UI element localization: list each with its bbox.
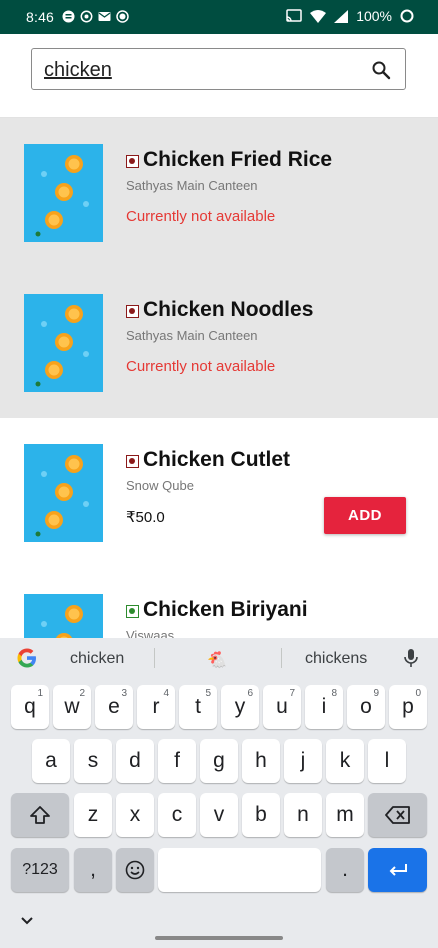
key-a[interactable]: a bbox=[32, 739, 70, 783]
whatsapp-icon bbox=[80, 10, 93, 23]
item-shop: Snow Qube bbox=[126, 478, 194, 493]
comma-key[interactable]: , bbox=[74, 848, 112, 892]
key-c[interactable]: c bbox=[158, 793, 196, 837]
suggestion-divider bbox=[154, 648, 155, 668]
status-right: 100% bbox=[286, 8, 414, 24]
home-indicator[interactable] bbox=[155, 936, 283, 940]
key-n[interactable]: n bbox=[284, 793, 322, 837]
period-key[interactable]: . bbox=[326, 848, 364, 892]
orange-slices-image bbox=[24, 444, 103, 542]
key-j[interactable]: j bbox=[284, 739, 322, 783]
key-i[interactable]: i8 bbox=[305, 685, 343, 729]
shift-icon bbox=[30, 806, 50, 824]
suggestion-1[interactable]: chicken bbox=[70, 650, 124, 668]
key-t[interactable]: t5 bbox=[179, 685, 217, 729]
availability-status: Currently not available bbox=[126, 208, 276, 225]
item-name: Chicken Biriyani bbox=[143, 598, 308, 621]
emoji-key[interactable] bbox=[116, 848, 154, 892]
notification-icons bbox=[62, 10, 129, 23]
item-shop: Sathyas Main Canteen bbox=[126, 178, 258, 193]
mic-icon[interactable] bbox=[402, 648, 420, 668]
orange-slices-image bbox=[24, 294, 103, 392]
signal-icon bbox=[334, 9, 349, 23]
space-key[interactable] bbox=[158, 848, 321, 892]
screen: 8:46 100% chicken Chicken Fried Rice Sat… bbox=[0, 0, 438, 948]
keyboard: chicken 🐔 chickens q1 w2 e3 r4 t5 y6 u7 … bbox=[0, 638, 438, 948]
key-x[interactable]: x bbox=[116, 793, 154, 837]
key-d[interactable]: d bbox=[116, 739, 154, 783]
food-image bbox=[24, 444, 103, 542]
food-image bbox=[24, 294, 103, 392]
key-y[interactable]: y6 bbox=[221, 685, 259, 729]
status-time: 8:46 bbox=[26, 9, 55, 25]
shift-key[interactable] bbox=[11, 793, 69, 837]
search-input[interactable] bbox=[44, 57, 354, 83]
key-h[interactable]: h bbox=[242, 739, 280, 783]
orange-slices-image bbox=[24, 144, 103, 242]
cast-icon bbox=[286, 9, 302, 22]
food-image bbox=[24, 144, 103, 242]
key-k[interactable]: k bbox=[326, 739, 364, 783]
gmail-icon bbox=[98, 12, 111, 21]
veg-icon bbox=[126, 605, 139, 618]
suggestion-2[interactable]: 🐔 bbox=[207, 650, 227, 670]
key-s[interactable]: s bbox=[74, 739, 112, 783]
key-r[interactable]: r4 bbox=[137, 685, 175, 729]
item-shop: Sathyas Main Canteen bbox=[126, 328, 258, 343]
symbols-key[interactable]: ?123 bbox=[11, 848, 69, 892]
key-w[interactable]: w2 bbox=[53, 685, 91, 729]
item-name: Chicken Fried Rice bbox=[143, 148, 333, 171]
list-item[interactable]: Chicken Cutlet Snow Qube ₹50.0 ADD bbox=[0, 418, 438, 568]
wifi-icon bbox=[310, 9, 327, 23]
list-item[interactable]: Chicken Noodles Sathyas Main Canteen Cur… bbox=[0, 268, 438, 418]
non-veg-icon bbox=[126, 155, 139, 168]
record-icon bbox=[116, 10, 129, 23]
search-area bbox=[0, 34, 438, 118]
suggestion-bar: chicken 🐔 chickens bbox=[0, 638, 438, 678]
battery-icon bbox=[400, 9, 414, 23]
non-veg-icon bbox=[126, 455, 139, 468]
backspace-icon bbox=[384, 806, 410, 824]
enter-icon bbox=[389, 864, 407, 876]
add-button[interactable]: ADD bbox=[324, 497, 406, 534]
backspace-key[interactable] bbox=[368, 793, 427, 837]
battery-level: 100% bbox=[356, 8, 392, 24]
key-f[interactable]: f bbox=[158, 739, 196, 783]
key-u[interactable]: u7 bbox=[263, 685, 301, 729]
enter-key[interactable] bbox=[368, 848, 427, 892]
key-b[interactable]: b bbox=[242, 793, 280, 837]
key-l[interactable]: l bbox=[368, 739, 406, 783]
item-price: ₹50.0 bbox=[126, 509, 165, 526]
key-z[interactable]: z bbox=[74, 793, 112, 837]
key-m[interactable]: m bbox=[326, 793, 364, 837]
item-name: Chicken Cutlet bbox=[143, 448, 291, 471]
key-q[interactable]: q1 bbox=[11, 685, 49, 729]
key-g[interactable]: g bbox=[200, 739, 238, 783]
non-veg-icon bbox=[126, 305, 139, 318]
suggestion-divider bbox=[281, 648, 282, 668]
key-p[interactable]: p0 bbox=[389, 685, 427, 729]
key-o[interactable]: o9 bbox=[347, 685, 385, 729]
search-icon[interactable] bbox=[371, 60, 391, 80]
key-e[interactable]: e3 bbox=[95, 685, 133, 729]
item-name: Chicken Noodles bbox=[143, 298, 314, 321]
availability-status: Currently not available bbox=[126, 358, 276, 375]
suggestion-3[interactable]: chickens bbox=[305, 650, 367, 668]
list-item[interactable]: Chicken Fried Rice Sathyas Main Canteen … bbox=[0, 118, 438, 268]
chevron-down-icon[interactable] bbox=[20, 916, 34, 926]
google-icon[interactable] bbox=[16, 647, 38, 669]
key-v[interactable]: v bbox=[200, 793, 238, 837]
search-box[interactable] bbox=[31, 48, 406, 90]
emoji-icon bbox=[125, 860, 145, 880]
chat-notification-icon bbox=[62, 10, 75, 23]
status-bar: 8:46 100% bbox=[0, 0, 438, 34]
